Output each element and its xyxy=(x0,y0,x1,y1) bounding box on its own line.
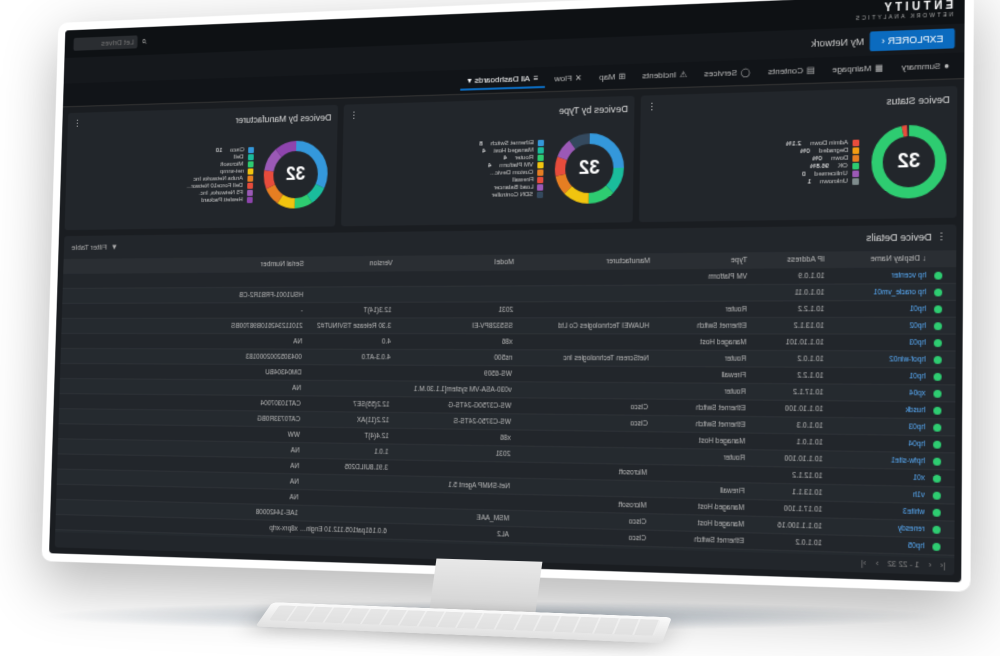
status-dot xyxy=(933,355,941,363)
status-dot xyxy=(933,440,941,448)
tab-map[interactable]: ⊞ Map xyxy=(591,68,632,85)
status-dot xyxy=(932,474,940,482)
status-dot xyxy=(933,389,941,397)
card-menu-icon[interactable]: ⋮ xyxy=(349,110,358,122)
card-device-status: Device Status⋮ 32 Admin Down2.1%Degraded… xyxy=(639,86,957,222)
status-dot xyxy=(932,542,940,550)
tab-mainpage[interactable]: ▦ Mainpage xyxy=(824,59,891,78)
status-dot xyxy=(933,305,941,313)
device-table: ⋮Device Details ▼ Filter Table ↓ Display… xyxy=(55,224,957,575)
table-title: ⋮Device Details xyxy=(867,231,947,244)
donut-status: 32 xyxy=(868,120,950,202)
tab-contents[interactable]: ▤ Contents xyxy=(760,62,822,80)
search-input[interactable] xyxy=(74,35,138,50)
search-icon: ⌕ xyxy=(141,35,146,46)
status-dot xyxy=(933,406,941,414)
donut-type: 32 xyxy=(551,129,628,207)
breadcrumb[interactable]: My Network xyxy=(811,36,864,49)
status-dot xyxy=(932,525,940,533)
tab-flow[interactable]: ✕ Flow xyxy=(547,70,589,87)
table-row[interactable]: hp0110.1.2.2Router203112.3(14)T- xyxy=(62,301,956,319)
status-dot xyxy=(933,372,941,380)
status-dot xyxy=(934,288,942,296)
tab-all-dashboards[interactable]: ≡ All Dashboards ▾ xyxy=(460,70,545,91)
card-devices-by-type: Devices by Type⋮ 32 Ethernet Switch8Mana… xyxy=(341,96,635,226)
card-menu-icon[interactable]: ⋮ xyxy=(73,119,82,130)
monitor-frame: ENTUITYNETWORK ANALYTICS ⌕ EXPLORER ‹ My… xyxy=(42,0,974,592)
status-dot xyxy=(933,322,941,330)
status-dot xyxy=(932,491,940,499)
tab-incidents[interactable]: ⚠ Incidents xyxy=(635,66,695,84)
donut-manufacturer: 32 xyxy=(260,136,331,211)
tab-services[interactable]: ◯ Services xyxy=(697,64,758,82)
global-search[interactable]: ⌕ xyxy=(74,34,147,50)
explorer-button[interactable]: EXPLORER ‹ xyxy=(871,28,956,51)
status-dot xyxy=(933,423,941,431)
brand-logo: ENTUITYNETWORK ANALYTICS xyxy=(854,0,954,22)
status-dot xyxy=(934,271,942,279)
table-row[interactable]: hp0210.13.1.2Ethernet SwitchHUAWEI Techn… xyxy=(61,318,956,335)
card-menu-icon[interactable]: ⋮ xyxy=(647,102,657,114)
status-dot xyxy=(932,457,940,465)
card-devices-by-manufacturer: Devices by Manufacturer⋮ 32 Cisco10DellM… xyxy=(65,105,338,230)
status-dot xyxy=(932,508,940,516)
filter-table[interactable]: ▼ Filter Table xyxy=(71,242,118,252)
status-dot xyxy=(933,339,941,347)
tab-summary[interactable]: ● Summary xyxy=(894,57,958,76)
